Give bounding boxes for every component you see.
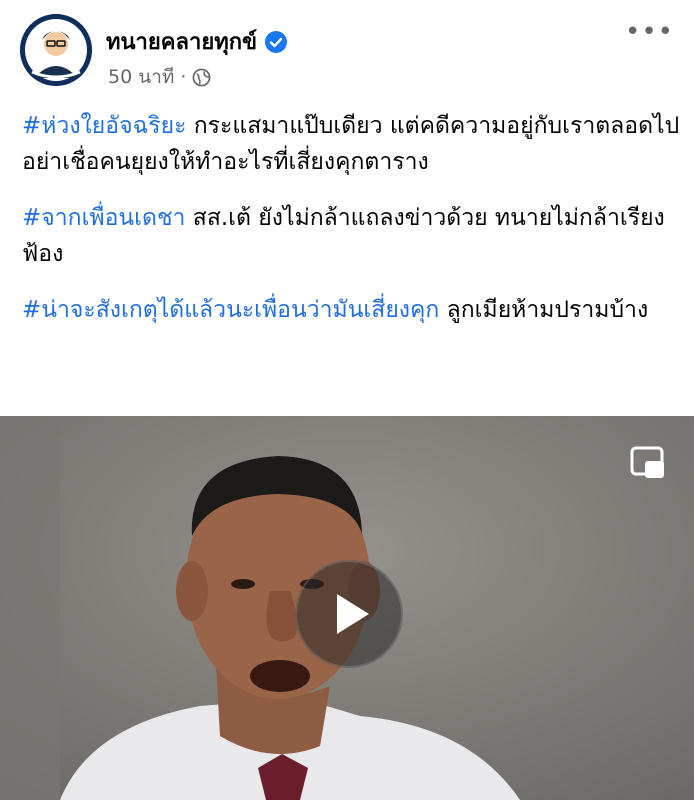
post-paragraph: #น่าจะสังเกตุได้แล้วนะเพื่อนว่ามันเสี่ยง… — [22, 292, 682, 328]
post-meta: 50 นาที · — [108, 62, 211, 92]
meta-separator: · — [180, 66, 187, 88]
play-button[interactable] — [295, 560, 403, 668]
post-header: ทนายคลายทุกข์ 50 นาที · ••• — [0, 0, 694, 100]
page-avatar[interactable] — [20, 14, 92, 86]
picture-in-picture-icon[interactable] — [630, 446, 666, 480]
post-paragraph: #ห่วงใยอัจฉริยะ กระแสมาแป๊บเดียว แต่คดีค… — [22, 108, 682, 180]
video-player[interactable] — [0, 416, 694, 800]
verified-badge-icon — [265, 30, 288, 53]
post-paragraph: #จากเพื่อนเดชา สส.เต้ ยังไม่กล้าแถลงข่าว… — [22, 200, 682, 272]
hashtag-link[interactable]: #ห่วงใยอัจฉริยะ — [22, 113, 186, 139]
page-name[interactable]: ทนายคลายทุกข์ — [106, 24, 288, 59]
more-options-icon[interactable]: ••• — [625, 19, 674, 45]
globe-icon — [192, 68, 211, 87]
play-icon — [337, 594, 369, 634]
hashtag-link[interactable]: #จากเพื่อนเดชา — [22, 205, 185, 231]
paragraph-text: ลูกเมียห้ามปรามบ้าง — [439, 297, 649, 323]
hashtag-link[interactable]: #น่าจะสังเกตุได้แล้วนะเพื่อนว่ามันเสี่ยง… — [22, 297, 439, 323]
post-time[interactable]: 50 นาที — [108, 62, 174, 92]
page-name-text[interactable]: ทนายคลายทุกข์ — [106, 24, 257, 59]
post-text: #ห่วงใยอัจฉริยะ กระแสมาแป๊บเดียว แต่คดีค… — [22, 108, 682, 348]
